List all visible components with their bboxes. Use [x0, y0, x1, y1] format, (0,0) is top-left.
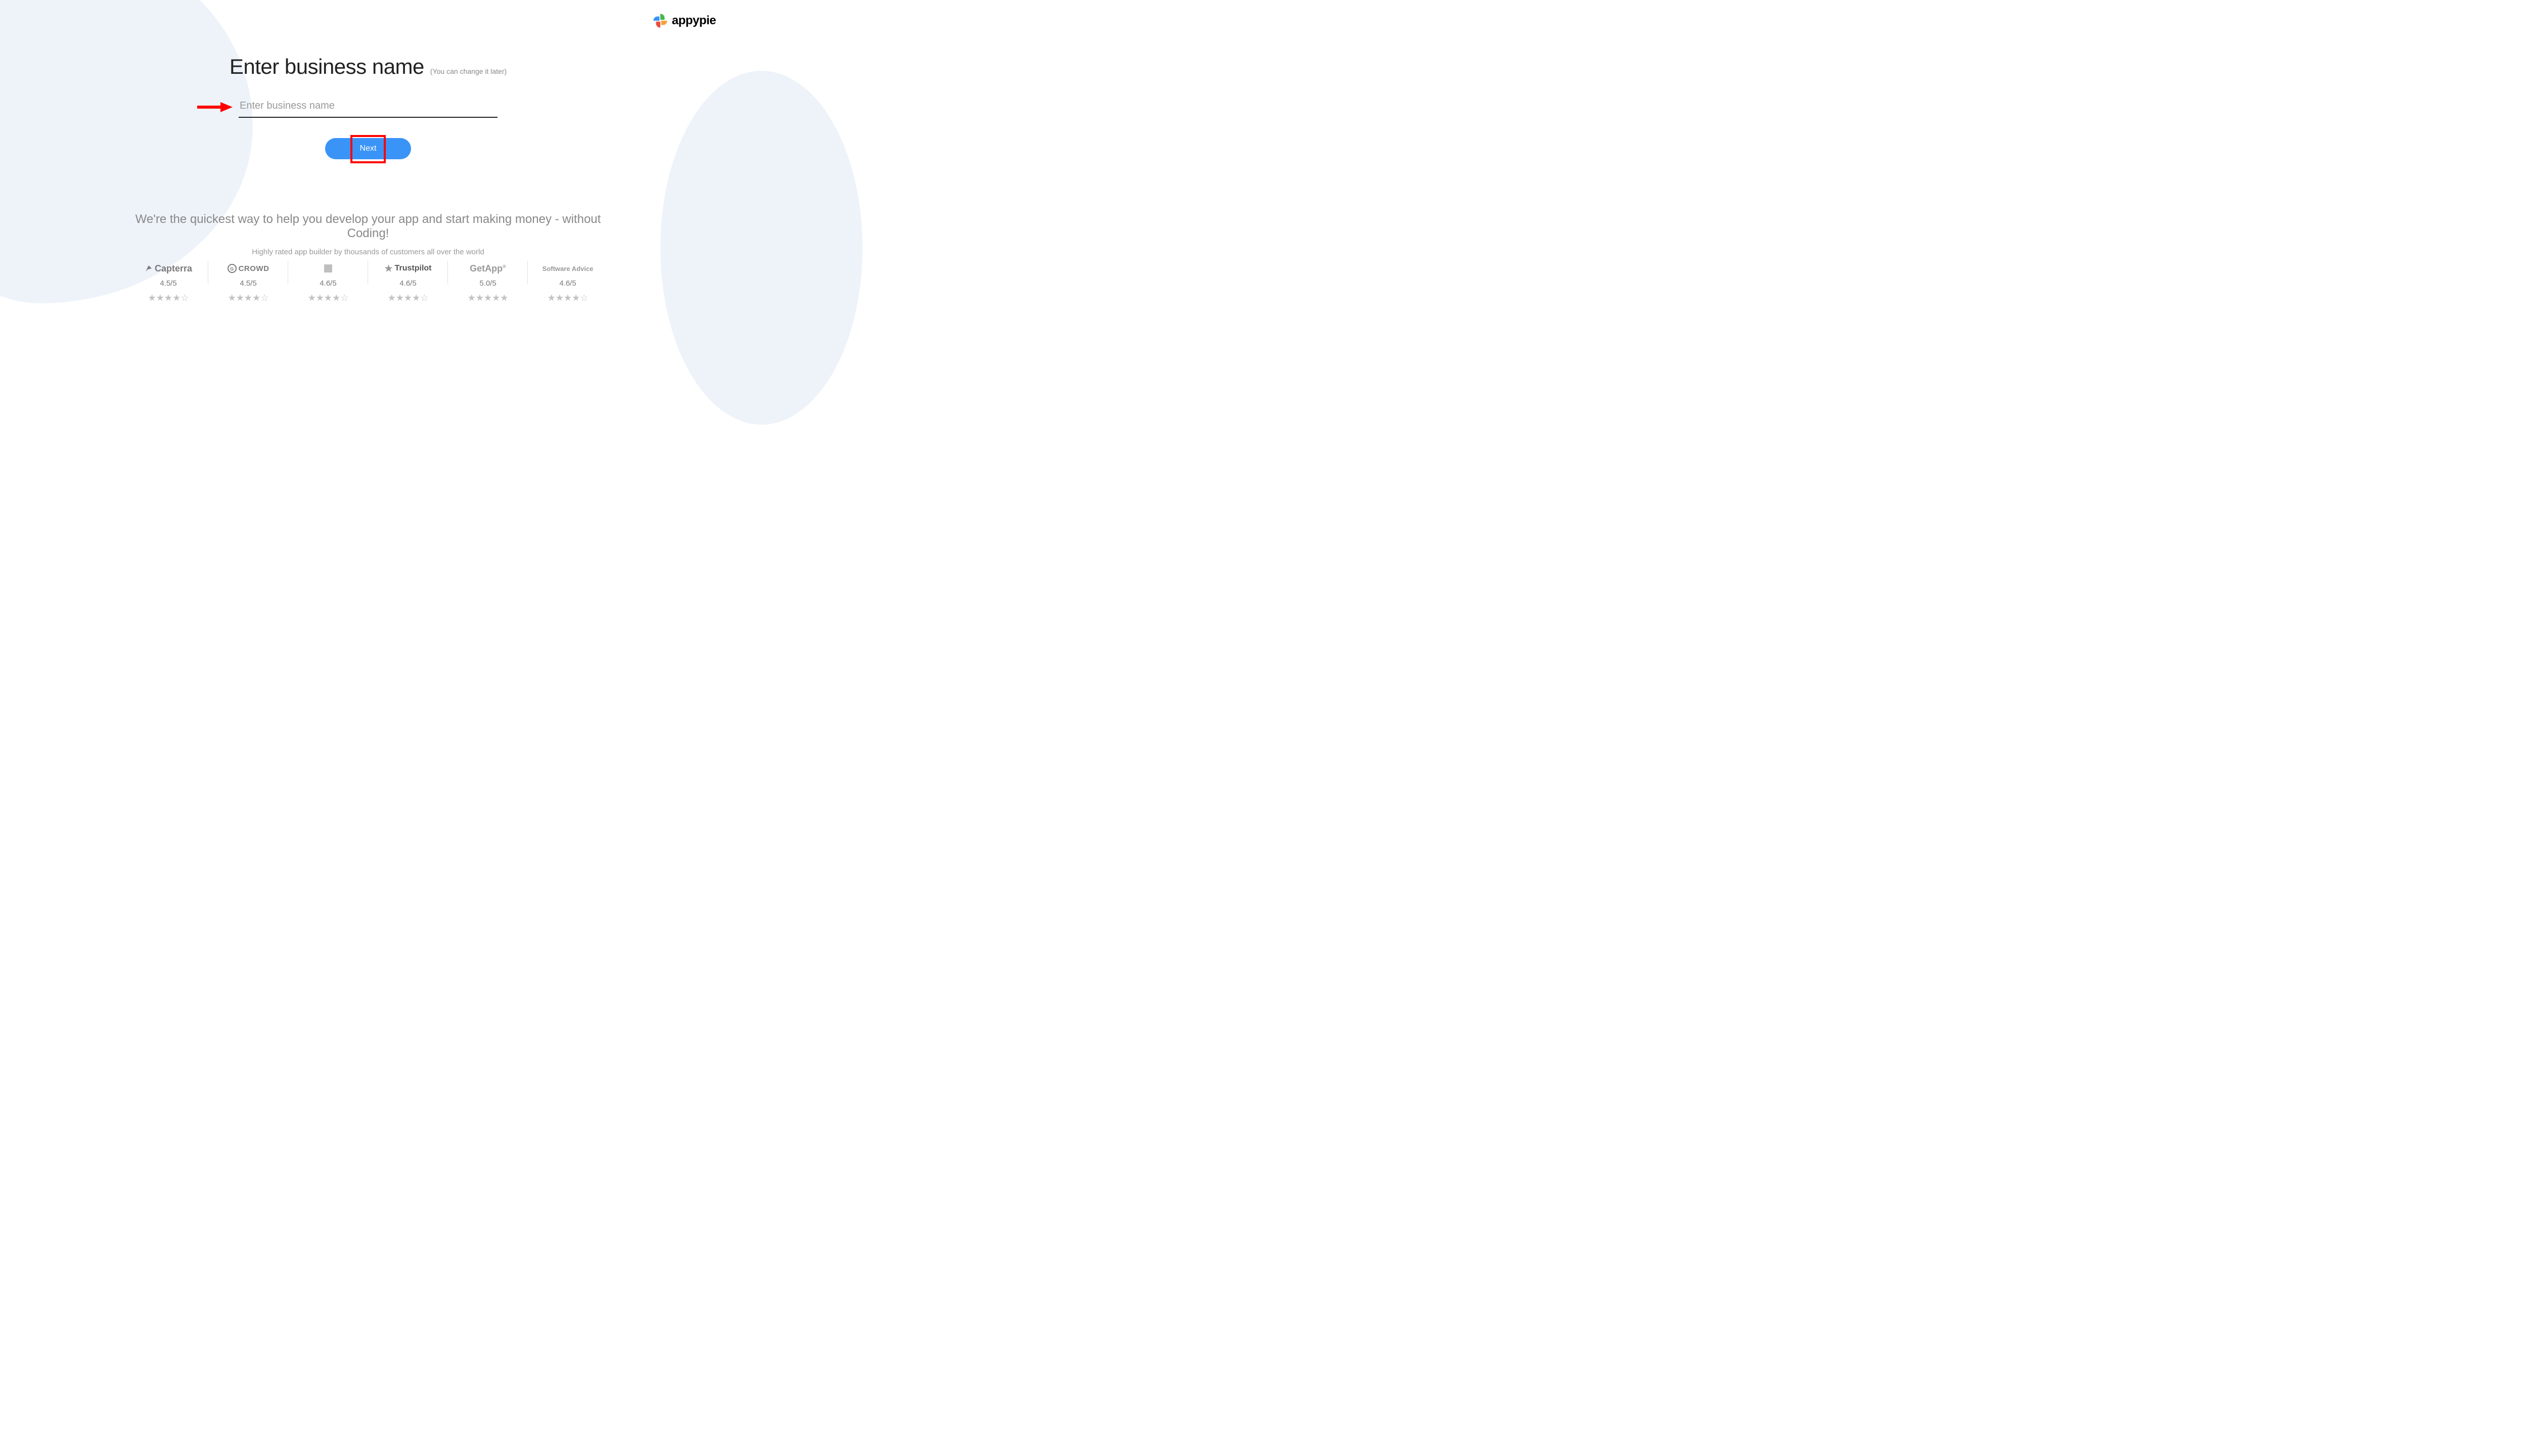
generic-rating-logo [324, 263, 332, 274]
software-advice-label: Software Advice [543, 265, 594, 272]
ratings-row: Capterra 4.5/5 ★★★★☆ G CROWD 4.5/5 ★★★★☆… [128, 258, 608, 303]
capterra-score: 4.5/5 [160, 279, 176, 288]
capterra-label: Capterra [155, 263, 192, 274]
getapp-score: 5.0/5 [479, 279, 496, 288]
generic-score: 4.6/5 [320, 279, 336, 288]
rating-getapp: GetApp® 5.0/5 ★★★★★ [448, 258, 528, 303]
g2crowd-stars: ★★★★☆ [228, 293, 269, 303]
tagline-block: We're the quickest way to help you devel… [115, 212, 621, 256]
square-icon [324, 264, 332, 272]
software-advice-logo: Software Advice [543, 263, 594, 274]
g2crowd-label: CROWD [239, 264, 269, 273]
brand-name: appypie [672, 14, 716, 28]
g2crowd-score: 4.5/5 [240, 279, 256, 288]
capterra-stars: ★★★★☆ [148, 293, 189, 303]
tagline-sub: Highly rated app builder by thousands of… [115, 248, 621, 256]
software-advice-stars: ★★★★☆ [548, 293, 589, 303]
trustpilot-stars: ★★★★☆ [388, 293, 429, 303]
software-advice-score: 4.6/5 [559, 279, 576, 288]
rating-generic: 4.6/5 ★★★★☆ [288, 258, 368, 303]
business-name-form: Enter business name (You can change it l… [216, 55, 520, 159]
trustpilot-score: 4.6/5 [399, 279, 416, 288]
annotation-arrow-icon [197, 101, 233, 112]
business-name-input[interactable] [239, 97, 498, 118]
tagline-main: We're the quickest way to help you devel… [115, 212, 621, 241]
brand-logo[interactable]: appypie [652, 12, 716, 29]
getapp-stars: ★★★★★ [468, 293, 509, 303]
svg-text:G: G [230, 266, 234, 271]
trustpilot-label: Trustpilot [395, 264, 432, 273]
generic-stars: ★★★★☆ [308, 293, 349, 303]
capterra-arrow-icon [145, 264, 153, 272]
trustpilot-logo: ★ Trustpilot [384, 263, 431, 274]
appypie-logo-icon [652, 12, 669, 29]
getapp-logo: GetApp® [470, 263, 506, 274]
rating-software-advice: Software Advice 4.6/5 ★★★★☆ [528, 258, 608, 303]
star-icon: ★ [384, 263, 392, 274]
background-blob-right [660, 71, 863, 425]
rating-g2crowd: G CROWD 4.5/5 ★★★★☆ [208, 258, 288, 303]
page-title-hint: (You can change it later) [430, 67, 507, 75]
capterra-logo: Capterra [145, 263, 192, 274]
getapp-label: GetApp® [470, 263, 506, 274]
next-button[interactable]: Next [325, 138, 411, 159]
g2crowd-logo: G CROWD [228, 263, 269, 274]
input-row [239, 97, 498, 118]
title-row: Enter business name (You can change it l… [216, 55, 520, 79]
rating-capterra: Capterra 4.5/5 ★★★★☆ [128, 258, 208, 303]
page-title: Enter business name [230, 55, 424, 79]
g2-icon: G [228, 264, 237, 273]
rating-trustpilot: ★ Trustpilot 4.6/5 ★★★★☆ [368, 258, 448, 303]
